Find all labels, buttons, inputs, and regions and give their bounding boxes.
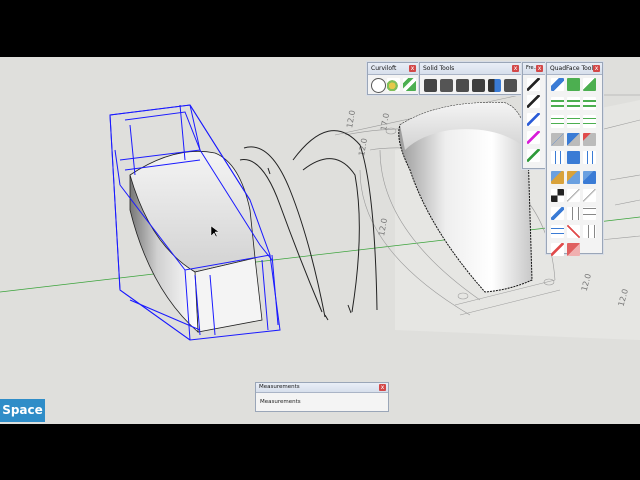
qft-smooth-icon[interactable] [583, 133, 596, 146]
intersect-icon[interactable] [440, 79, 453, 92]
qft-texture-icon[interactable] [567, 243, 580, 256]
qft-grid-icon[interactable] [567, 207, 580, 220]
qft-knife-icon[interactable] [551, 243, 564, 256]
qft-triangulate-icon[interactable] [551, 133, 564, 146]
qft-insert-loops-icon[interactable] [567, 151, 580, 164]
quadface-tools-toolbar: QuadFace Tools x [546, 62, 603, 256]
loft-along-path-icon[interactable] [387, 78, 400, 91]
qft-ring-icon[interactable] [551, 97, 564, 110]
qft-edge-icon[interactable] [583, 78, 596, 91]
outer-shell-icon[interactable] [424, 79, 437, 92]
qft-uv-map-icon[interactable] [551, 171, 564, 184]
curviloft-toolbar: Curviloft x [367, 62, 419, 95]
qft-checker-icon[interactable] [551, 189, 564, 202]
qft-wrap-icon[interactable] [567, 189, 580, 202]
curviloft-close-button[interactable]: x [409, 65, 416, 72]
qft-line-icon[interactable] [551, 225, 564, 238]
solid-tools-toolbar: Solid Tools x [419, 62, 522, 95]
measurements-close-button[interactable]: x [379, 384, 386, 391]
qft-grow-icon[interactable] [551, 115, 564, 128]
qft-loop-icon[interactable] [567, 97, 580, 110]
fredo-toolbar: Fre... x [522, 62, 546, 169]
trim-icon[interactable] [488, 79, 501, 92]
qft-delete-icon[interactable] [567, 225, 580, 238]
fredo-line-plus-icon[interactable] [527, 95, 540, 108]
fredo-blue-curve-icon[interactable] [527, 113, 540, 126]
fredo-pen-icon[interactable] [527, 78, 540, 91]
dimension-label-1: 12.0 [345, 110, 357, 129]
loft-by-spline-icon[interactable] [371, 78, 386, 93]
space-key-badge: Space [0, 399, 45, 422]
qft-grid-alt-icon[interactable] [583, 207, 596, 220]
qft-flip-icon[interactable] [583, 151, 596, 164]
qft-uv-paste-icon[interactable] [583, 171, 596, 184]
screen: 12.0 12.0 12.0 17.0 12.0 12.0 Curviloft … [0, 0, 640, 480]
fredo-green-curve-icon[interactable] [527, 149, 540, 162]
qft-invert-icon[interactable] [583, 115, 596, 128]
measurements-title: Measurements [256, 383, 388, 393]
dimension-label-4: 17.0 [379, 112, 391, 131]
qft-region-icon[interactable] [583, 97, 596, 110]
split-icon[interactable] [504, 79, 517, 92]
qft-select-icon[interactable] [551, 78, 564, 91]
dimension-label-3: 12.0 [377, 218, 389, 237]
qft-offset-icon[interactable] [551, 207, 564, 220]
qft-remove-triangulation-icon[interactable] [567, 133, 580, 146]
skinning-icon[interactable] [403, 78, 416, 91]
subtract-icon[interactable] [472, 79, 485, 92]
measurements-field[interactable]: Measurements [260, 399, 301, 405]
solid-tools-close-button[interactable]: x [512, 65, 519, 72]
union-icon[interactable] [456, 79, 469, 92]
measurements-toolbar: Measurements x Measurements [255, 382, 389, 412]
qft-unwrap-icon[interactable] [583, 189, 596, 202]
fredo-close-button[interactable]: x [536, 65, 543, 72]
qft-connect-icon[interactable] [551, 151, 564, 164]
modeling-viewport[interactable]: 12.0 12.0 12.0 17.0 12.0 12.0 Curviloft … [0, 57, 640, 424]
fredo-magenta-curve-icon[interactable] [527, 131, 540, 144]
qft-uv-copy-icon[interactable] [567, 171, 580, 184]
profile-curves[interactable] [239, 130, 378, 321]
qft-shrink-icon[interactable] [567, 115, 580, 128]
quadface-close-button[interactable]: x [593, 65, 600, 72]
qft-mesh-icon[interactable] [583, 225, 596, 238]
qft-vertex-icon[interactable] [567, 78, 580, 91]
solid-tools-title: Solid Tools [420, 63, 521, 75]
